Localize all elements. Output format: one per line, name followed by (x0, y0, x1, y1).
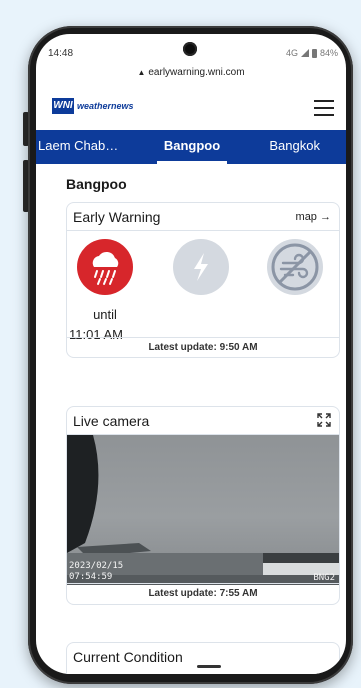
tab-bangkok[interactable]: Bangkok (243, 130, 346, 164)
status-time: 14:48 (48, 48, 74, 59)
early-warning-title: Early Warning (73, 209, 161, 225)
live-camera-latest-update: Latest update: 7:55 AM (67, 583, 339, 604)
tab-laem-chabang[interactable]: Laem Chab… (36, 130, 141, 164)
current-condition-title: Current Condition (73, 649, 183, 665)
map-link[interactable]: map → (296, 211, 331, 223)
hamburger-menu-icon[interactable] (314, 100, 334, 116)
camera-date: 2023/02/15 (69, 561, 124, 571)
battery-percent: 84% (319, 48, 338, 58)
live-camera-header: Live camera (67, 407, 339, 435)
app-header: WNI weathernews (36, 88, 346, 128)
logo-text: weathernews (77, 101, 134, 111)
warning-icons (67, 239, 339, 299)
thunder-icon[interactable] (173, 239, 229, 295)
status-bar: 14:48 4G 84% (36, 48, 346, 64)
warning-until-label: until (93, 307, 117, 322)
current-condition-card: Current Condition (66, 642, 340, 674)
live-camera-image[interactable]: 2023/02/15 07:54:59 BNG2 (67, 435, 339, 585)
live-camera-card: Live camera 2023/02/15 07:54:59 BNG2 Lat… (66, 406, 340, 605)
expand-icon[interactable] (317, 413, 331, 427)
camera-id: BNG2 (313, 573, 335, 583)
warning-triangle-icon: ▲ (137, 68, 146, 77)
logo-mark: WNI (52, 98, 74, 114)
early-warning-card: Early Warning map → until 11:01 AM Lates… (66, 202, 340, 358)
weathernews-logo[interactable]: WNI weathernews (52, 98, 134, 114)
battery-icon (311, 48, 317, 58)
url-text: earlywarning.wni.com (148, 67, 245, 78)
tab-bangpoo[interactable]: Bangpoo (141, 130, 244, 164)
heavy-rain-icon[interactable] (77, 239, 133, 295)
location-tab-bar: Laem Chab… Bangpoo Bangkok (36, 130, 346, 164)
early-warning-header: Early Warning map → (67, 203, 339, 231)
network-label: 4G (285, 48, 298, 58)
strong-wind-icon[interactable] (267, 239, 323, 295)
signal-icon (300, 49, 309, 57)
live-camera-title: Live camera (73, 413, 150, 429)
browser-url-bar[interactable]: ▲ earlywarning.wni.com (36, 67, 346, 78)
camera-time: 07:54:59 (69, 572, 113, 582)
home-indicator[interactable] (197, 665, 221, 668)
status-icons: 4G 84% (286, 48, 338, 58)
page-title: Bangpoo (66, 176, 127, 192)
early-warning-latest-update: Latest update: 9:50 AM (67, 337, 339, 357)
camera-timestamp: 2023/02/15 07:54:59 (69, 561, 123, 583)
phone-screen: 14:48 4G 84% ▲ earlywarning.wni.com WNI w… (36, 34, 346, 674)
